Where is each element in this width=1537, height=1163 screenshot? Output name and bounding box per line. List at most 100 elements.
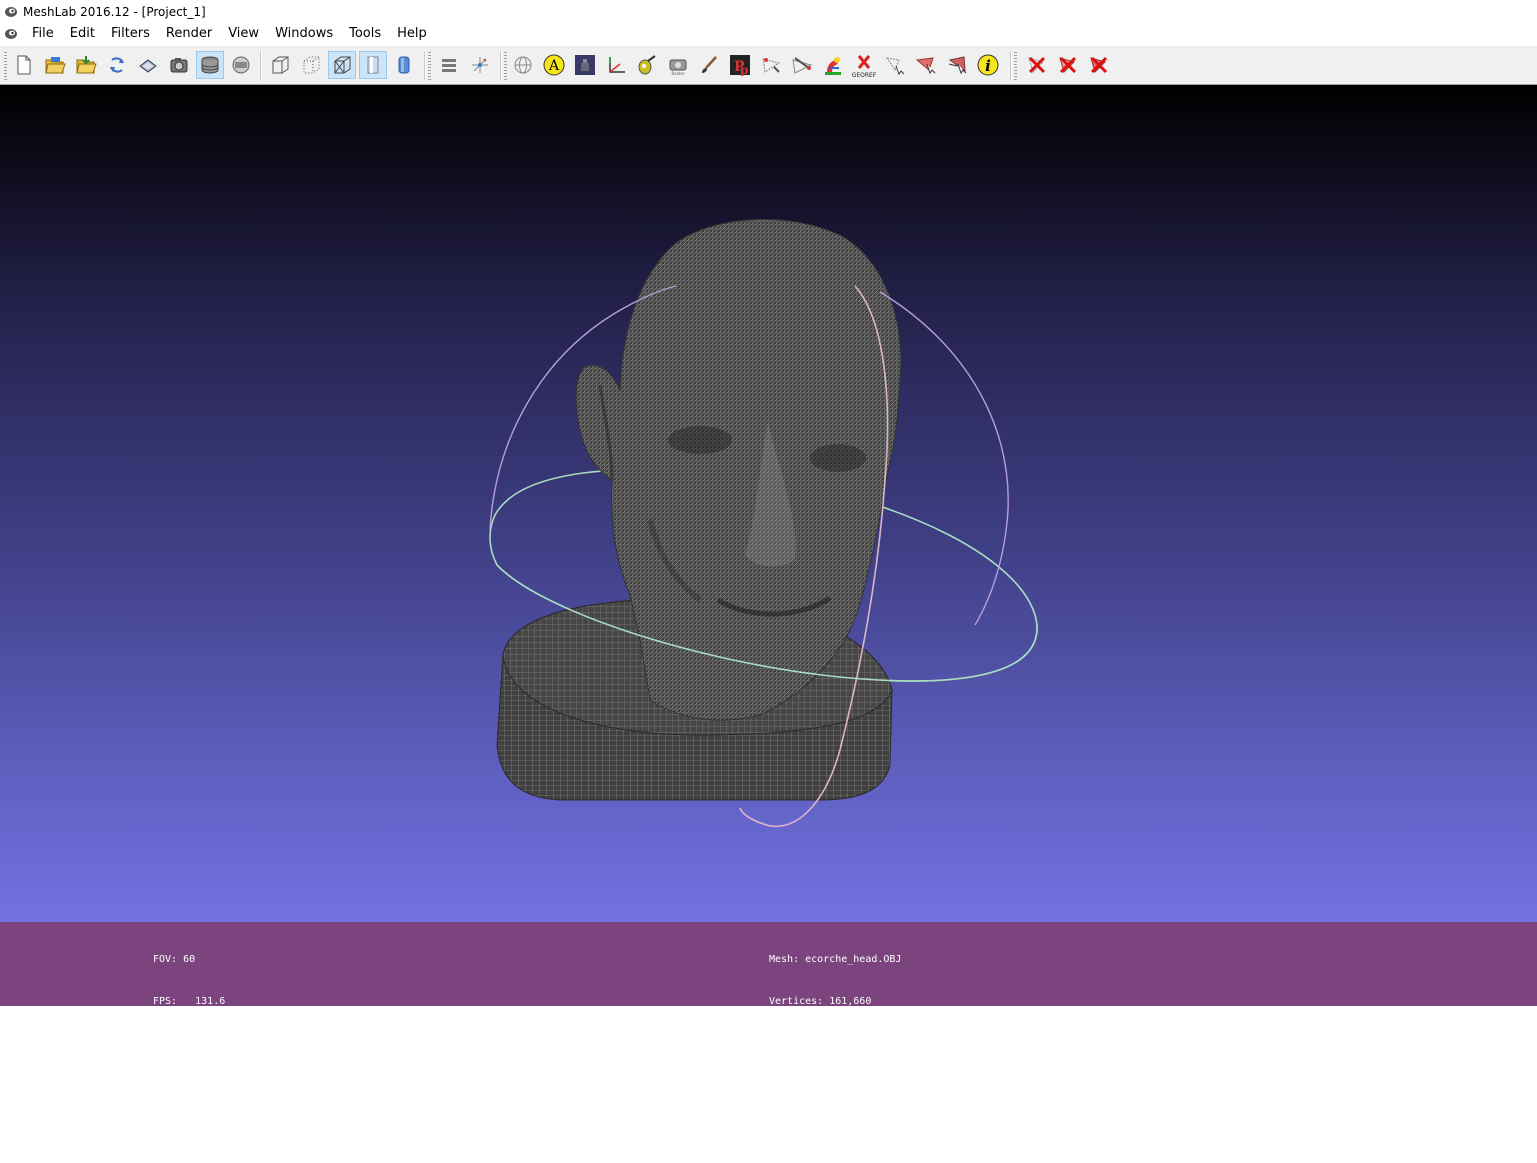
paint-icon [638, 55, 656, 75]
align-button[interactable] [602, 51, 630, 79]
import-folder-icon [76, 56, 97, 74]
bbox-button[interactable] [266, 51, 294, 79]
import-mesh-button[interactable] [72, 51, 100, 79]
delete-faces-icon [1028, 56, 1046, 74]
toolbar-separator [1010, 51, 1012, 81]
select-faces-icon [885, 57, 905, 76]
select-connected-button[interactable] [912, 51, 940, 79]
menu-help[interactable]: Help [389, 23, 435, 45]
delete-vertices-button[interactable] [1054, 51, 1082, 79]
new-project-button[interactable] [10, 51, 38, 79]
delete-all-icon [1090, 56, 1108, 74]
info-panel: FOV: 60 FPS: 131.6 BO_RENDERING Mesh: ec… [0, 922, 1537, 1133]
paint-button[interactable] [633, 51, 661, 79]
svg-text:A: A [548, 58, 560, 74]
raster-view-button[interactable] [227, 51, 255, 79]
raster-camera-button[interactable] [571, 51, 599, 79]
menu-bar: File Edit Filters Render View Windows To… [0, 23, 1537, 45]
faces-readout: Faces: 323,304 [769, 1038, 854, 1049]
info-button[interactable]: i [974, 51, 1002, 79]
z-paint-button[interactable] [819, 51, 847, 79]
flat-button[interactable] [359, 51, 387, 79]
annotation-a-icon: A [543, 54, 565, 76]
brush-button[interactable] [695, 51, 723, 79]
point-picker-button[interactable]: Raster [664, 51, 692, 79]
reload-button[interactable] [103, 51, 131, 79]
dark-square-icon [575, 55, 595, 75]
delete-vertices-icon [1059, 56, 1077, 74]
points-icon [303, 56, 320, 74]
annotate-button[interactable]: A [540, 51, 568, 79]
toolbar-grip[interactable] [428, 52, 431, 80]
select-vertices-button[interactable] [509, 51, 537, 79]
scene-canvas[interactable] [0, 85, 1537, 922]
fps-readout: FPS: 131.6 [153, 996, 226, 1007]
toolbar-grip[interactable] [4, 52, 7, 80]
open-project-button[interactable] [41, 51, 69, 79]
smooth-button[interactable] [390, 51, 418, 79]
selection-readout: Selection: v: 0 f: 0 [769, 1080, 890, 1091]
fov-readout: FOV: 60 [153, 954, 196, 965]
align-axis-icon [609, 57, 625, 73]
delete-all-button[interactable] [1085, 51, 1113, 79]
camera-icon [170, 58, 188, 73]
select-face-vert-icon [948, 56, 967, 75]
axis-decor-button[interactable] [466, 51, 494, 79]
mesh-info: Mesh: ecorche_head.OBJ Vertices: 161,660… [769, 925, 901, 1163]
menu-render[interactable]: Render [158, 23, 220, 45]
select-faces-button[interactable] [881, 51, 909, 79]
toolbar-separator [424, 51, 426, 81]
toolbar-grip[interactable] [1014, 52, 1017, 80]
layers-decor-button[interactable] [435, 51, 463, 79]
render-mode-readout: BO_RENDERING [153, 1038, 226, 1049]
globe-icon [514, 56, 532, 74]
vertices-readout: Vertices: 161,660 [769, 996, 872, 1007]
select-face-vert-button[interactable] [943, 51, 971, 79]
georef-button[interactable]: GEOREF [850, 51, 878, 79]
svg-text:i: i [985, 57, 991, 75]
pp-icon: Pp [730, 55, 750, 76]
manipulator-button[interactable] [757, 51, 785, 79]
new-document-icon [17, 55, 31, 75]
mesh-name-readout: Mesh: ecorche_head.OBJ [769, 954, 902, 965]
menu-view[interactable]: View [220, 23, 267, 45]
svg-text:Raster: Raster [672, 71, 685, 76]
toolbar-separator [500, 51, 502, 81]
menu-tools[interactable]: Tools [341, 23, 389, 45]
export-mesh-button[interactable] [134, 51, 162, 79]
3d-viewport[interactable] [0, 85, 1537, 922]
svg-text:p: p [740, 63, 748, 76]
info-icon: i [977, 54, 999, 76]
toolbar-grip[interactable] [504, 52, 507, 80]
layer-dialog-button[interactable] [196, 51, 224, 79]
menu-file[interactable]: File [24, 23, 62, 45]
points-button[interactable] [297, 51, 325, 79]
snapshot-button[interactable] [165, 51, 193, 79]
brush-icon [702, 56, 717, 73]
layers-icon [201, 56, 219, 74]
menu-filters[interactable]: Filters [103, 23, 158, 45]
measure-button[interactable] [788, 51, 816, 79]
flat-shading-icon [367, 56, 379, 74]
smooth-shading-icon [398, 56, 410, 74]
export-icon [139, 59, 157, 73]
main-toolbar: A Raster Pp GEOREF i [0, 45, 1537, 85]
delete-faces-button[interactable] [1023, 51, 1051, 79]
open-folder-icon [45, 57, 66, 74]
georef-label: GEOREF [851, 72, 877, 79]
wireframe-button[interactable] [328, 51, 356, 79]
menu-edit[interactable]: Edit [62, 23, 103, 45]
meshlab-app-icon [5, 6, 17, 17]
pick-points-button[interactable]: Pp [726, 51, 754, 79]
measure-icon [792, 57, 813, 74]
attributes-readout: VC MF [769, 1122, 800, 1133]
toolbar-separator [260, 51, 262, 81]
manipulator-icon [762, 58, 781, 73]
window-title: MeshLab 2016.12 - [Project_1] [23, 4, 206, 19]
camera-gray-icon: Raster [669, 59, 687, 76]
mdi-system-icon[interactable] [4, 27, 18, 41]
menu-windows[interactable]: Windows [267, 23, 341, 45]
reload-icon [110, 57, 124, 73]
color-paint-icon [825, 57, 841, 75]
title-bar: MeshLab 2016.12 - [Project_1] [0, 0, 1537, 23]
